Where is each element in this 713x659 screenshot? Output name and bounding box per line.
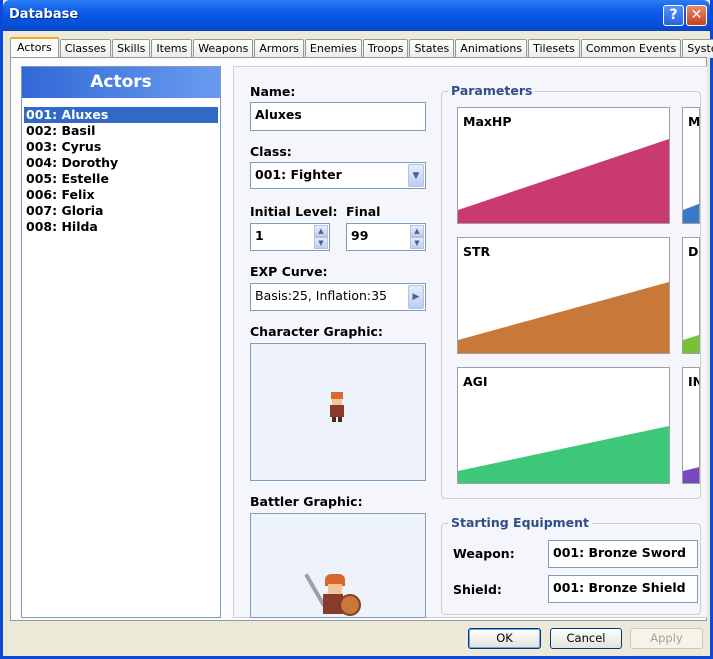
final-level-label: Final — [346, 204, 381, 219]
tab-actors[interactable]: Actors — [10, 37, 59, 58]
character-sprite — [331, 392, 343, 399]
title-bar[interactable]: Database ? ✕ — [3, 0, 710, 31]
name-input[interactable]: Aluxes — [250, 102, 426, 131]
apply-button[interactable]: Apply — [630, 628, 703, 649]
battler-graphic[interactable] — [250, 513, 426, 618]
shield-label: Shield: — [453, 582, 502, 597]
shield-select[interactable]: 001: Bronze Shield — [548, 575, 698, 603]
param-graph-in[interactable]: IN — [682, 367, 700, 484]
param-graph-curve — [683, 335, 699, 353]
actor-list-item[interactable]: 006: Felix — [24, 187, 218, 203]
actor-details: Name: Aluxes Class: 001: Fighter ▼ Initia… — [233, 66, 707, 618]
actor-list[interactable]: Actors 001: Aluxes 002: Basil 003: Cyrus 00… — [21, 66, 221, 618]
spin-up-icon[interactable]: ▲ — [314, 225, 328, 237]
param-graph-curve — [458, 426, 669, 483]
starting-equipment-title: Starting Equipment — [448, 515, 593, 530]
character-graphic[interactable] — [250, 343, 426, 481]
param-graph-agi[interactable]: AGI — [457, 367, 670, 484]
weapon-label: Weapon: — [453, 546, 515, 561]
actor-list-item[interactable]: 001: Aluxes — [24, 107, 218, 123]
tab-states[interactable]: States — [409, 39, 455, 58]
param-graph-maxhp[interactable]: MaxHP — [457, 107, 670, 224]
tab-troops[interactable]: Troops — [362, 39, 409, 58]
name-label: Name: — [250, 84, 296, 99]
parameters-title: Parameters — [448, 83, 536, 98]
tab-weapons[interactable]: Weapons — [193, 39, 254, 58]
actor-list-item[interactable]: 002: Basil — [24, 123, 218, 139]
initial-level-value: 1 — [255, 228, 264, 243]
tab-bar: Actors Classes Skills Items Weapons Armors Ene… — [10, 37, 713, 58]
tab-enemies[interactable]: Enemies — [304, 39, 362, 58]
spin-down-icon[interactable]: ▼ — [314, 237, 328, 249]
tab-system[interactable]: System — [682, 39, 713, 58]
exp-curve-button[interactable]: Basis:25, Inflation:35 ▶ — [250, 283, 426, 311]
initial-level-label: Initial Level: — [250, 204, 338, 219]
tab-tilesets[interactable]: Tilesets — [528, 39, 580, 58]
ok-button[interactable]: OK — [468, 628, 541, 649]
initial-level-stepper[interactable]: 1 ▲ ▼ — [250, 223, 330, 251]
actor-list-item[interactable]: 005: Estelle — [24, 171, 218, 187]
starting-equipment-group: Starting Equipment Weapon: 001: Bronze S… — [441, 515, 701, 615]
tab-items[interactable]: Items — [151, 39, 193, 58]
exp-curve-value: Basis:25, Inflation:35 — [255, 288, 388, 303]
tab-skills[interactable]: Skills — [112, 39, 151, 58]
parameters-group: Parameters MaxHPMSTRDIAGIIN — [441, 83, 701, 499]
class-select[interactable]: 001: Fighter ▼ — [250, 162, 426, 189]
spin-down-icon[interactable]: ▼ — [410, 237, 424, 249]
help-button[interactable]: ? — [663, 5, 684, 26]
chevron-right-icon[interactable]: ▶ — [408, 285, 424, 309]
spin-up-icon[interactable]: ▲ — [410, 225, 424, 237]
class-label: Class: — [250, 144, 292, 159]
final-level-value: 99 — [351, 228, 369, 243]
tab-common-events[interactable]: Common Events — [580, 39, 682, 58]
actor-list-item[interactable]: 004: Dorothy — [24, 155, 218, 171]
window-title: Database — [9, 7, 79, 22]
character-graphic-label: Character Graphic: — [250, 324, 383, 339]
tab-animations[interactable]: Animations — [455, 39, 528, 58]
class-value: 001: Fighter — [255, 167, 342, 182]
actor-list-item[interactable]: 007: Gloria — [24, 203, 218, 219]
close-button[interactable]: ✕ — [686, 5, 707, 26]
param-graph-str[interactable]: STR — [457, 237, 670, 354]
weapon-select[interactable]: 001: Bronze Sword — [548, 540, 698, 568]
tab-classes[interactable]: Classes — [59, 39, 112, 58]
actor-list-item[interactable]: 003: Cyrus — [24, 139, 218, 155]
param-graph-curve — [458, 139, 669, 223]
tab-armors[interactable]: Armors — [254, 39, 304, 58]
battler-graphic-label: Battler Graphic: — [250, 494, 363, 509]
param-graph-di[interactable]: DI — [682, 237, 700, 354]
final-level-stepper[interactable]: 99 ▲ ▼ — [346, 223, 426, 251]
actor-list-header: Actors — [22, 67, 220, 98]
param-graph-curve — [683, 203, 699, 223]
param-graph-curve — [458, 282, 669, 353]
exp-curve-label: EXP Curve: — [250, 264, 328, 279]
database-window: Database ? ✕ Actors Classes Skills Items Wea… — [0, 0, 713, 659]
param-graph-curve — [683, 467, 699, 483]
chevron-down-icon[interactable]: ▼ — [408, 164, 424, 187]
param-graph-m[interactable]: M — [682, 107, 700, 224]
cancel-button[interactable]: Cancel — [550, 628, 622, 649]
actor-list-item[interactable]: 008: Hilda — [24, 219, 218, 235]
